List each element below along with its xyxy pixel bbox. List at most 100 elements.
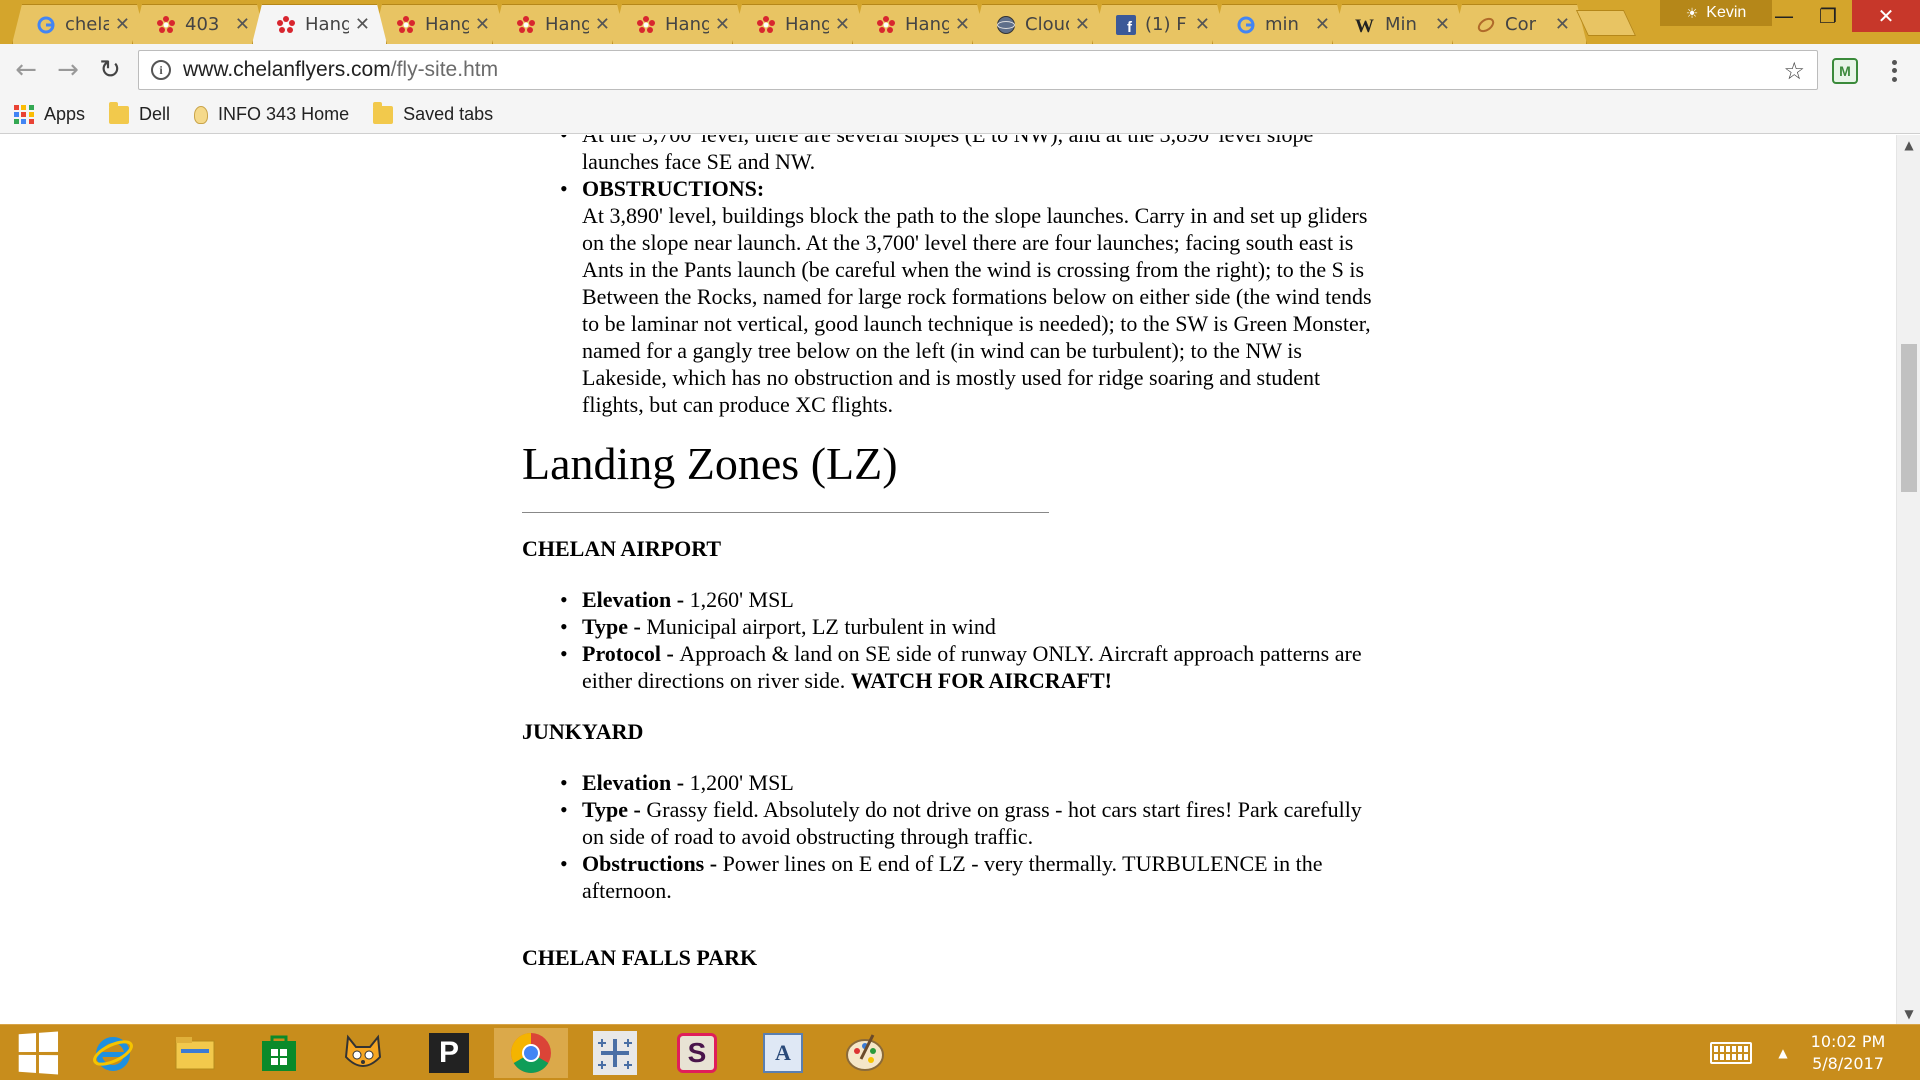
list-item: Elevation - 1,200' MSL xyxy=(560,769,1382,796)
back-button[interactable]: ← xyxy=(10,54,42,86)
tab-close-icon[interactable]: ✕ xyxy=(1195,14,1210,35)
paint-icon[interactable] xyxy=(828,1028,902,1078)
browser-tab[interactable]: Cor ✕ xyxy=(1452,4,1587,44)
url-text[interactable]: www.chelanflyers.com/fly-site.htm xyxy=(183,58,498,82)
launch-details-list: At the 3,700' level, there are several s… xyxy=(522,135,1382,418)
folder-icon xyxy=(373,101,394,124)
tab-title: Hang xyxy=(545,14,589,35)
store-icon[interactable] xyxy=(242,1028,316,1078)
url-path: /fly-site.htm xyxy=(390,58,499,81)
browser-tab[interactable]: chelan ✕ xyxy=(12,4,147,44)
bookmark-label: Apps xyxy=(44,104,86,124)
slack-icon[interactable]: S xyxy=(660,1028,734,1078)
browser-tab[interactable]: Hang ✕ xyxy=(732,4,867,44)
lightbulb-icon xyxy=(194,105,209,124)
browser-tab[interactable]: Hang ✕ xyxy=(612,4,747,44)
landing-zones-heading: Landing Zones (LZ) xyxy=(522,438,898,489)
browser-tab[interactable]: Hang ✕ xyxy=(252,4,387,44)
detail-text: Grassy field. Absolutely do not drive on… xyxy=(582,797,1362,849)
bookmark-label: Dell xyxy=(139,104,171,124)
browser-tab[interactable]: Hang ✕ xyxy=(852,4,987,44)
flower-icon xyxy=(395,14,417,36)
page-scrollbar[interactable]: ▲ ▼ xyxy=(1896,135,1920,1024)
browser-tab[interactable]: Hang ✕ xyxy=(372,4,507,44)
browser-tab[interactable]: W Min ✕ xyxy=(1332,4,1467,44)
browser-tab[interactable]: f (1) F ✕ xyxy=(1092,4,1227,44)
browser-tab[interactable]: Cloud ✕ xyxy=(972,4,1107,44)
bookmark-label: INFO 343 Home xyxy=(218,104,350,124)
bookmark-saved-tabs[interactable]: Saved tabs xyxy=(373,101,493,125)
address-bar[interactable]: i www.chelanflyers.com/fly-site.htm ☆ xyxy=(138,50,1818,90)
windows-start-icon[interactable] xyxy=(0,1028,74,1078)
reload-button[interactable]: ↻ xyxy=(94,54,126,86)
site-details-list: Elevation - 1,260' MSLType - Municipal a… xyxy=(522,586,1382,694)
list-item: Obstructions - Power lines on E end of L… xyxy=(560,850,1382,904)
extension-icon[interactable]: M xyxy=(1832,58,1858,84)
close-window-button[interactable]: ✕ xyxy=(1852,0,1920,32)
tab-close-icon[interactable]: ✕ xyxy=(115,14,130,35)
tab-title: (1) F xyxy=(1145,14,1187,35)
system-clock[interactable]: 10:02 PM 5/8/2017 xyxy=(1800,1031,1896,1075)
bookmark-star-icon[interactable]: ☆ xyxy=(1783,57,1805,85)
internet-explorer-icon[interactable] xyxy=(76,1028,150,1078)
tab-close-icon[interactable]: ✕ xyxy=(475,14,490,35)
new-tab-button[interactable] xyxy=(1575,10,1637,36)
forward-button[interactable]: → xyxy=(52,54,84,86)
list-item-obstructions: OBSTRUCTIONS: At 3,890' level, buildings… xyxy=(560,175,1382,418)
bookmark-info-343-home[interactable]: INFO 343 Home xyxy=(194,104,349,125)
tab-title: min xyxy=(1265,14,1299,35)
landing-zone-site: CHELAN AIRPORTElevation - 1,260' MSLType… xyxy=(522,535,1382,694)
flower-icon xyxy=(755,14,777,36)
profile-name: Kevin xyxy=(1706,4,1747,21)
tab-close-icon[interactable]: ✕ xyxy=(355,14,370,35)
site-info-icon[interactable]: i xyxy=(151,60,171,80)
text-editor-icon[interactable]: A xyxy=(746,1028,820,1078)
clock-time: 10:02 PM xyxy=(1810,1032,1886,1051)
tab-close-icon[interactable]: ✕ xyxy=(955,14,970,35)
tab-title: Cloud xyxy=(1025,14,1065,35)
flower-icon xyxy=(155,14,177,36)
tab-close-icon[interactable]: ✕ xyxy=(1555,14,1570,35)
tab-close-icon[interactable]: ✕ xyxy=(1315,14,1330,35)
flower-icon xyxy=(275,14,297,36)
tab-close-icon[interactable]: ✕ xyxy=(715,14,730,35)
landing-zone-site: CHELAN FALLS PARK xyxy=(522,944,1382,971)
keyboard-icon[interactable] xyxy=(1704,1025,1758,1080)
flower-icon xyxy=(635,14,657,36)
chrome-icon[interactable] xyxy=(494,1028,568,1078)
scrollbar-thumb[interactable] xyxy=(1901,344,1917,493)
file-explorer-icon[interactable] xyxy=(158,1028,232,1078)
scroll-up-arrow-icon[interactable]: ▲ xyxy=(1897,135,1920,155)
wikipedia-icon: W xyxy=(1355,14,1377,36)
scratch-cat-icon[interactable] xyxy=(326,1028,400,1078)
tab-close-icon[interactable]: ✕ xyxy=(595,14,610,35)
folder-icon xyxy=(109,101,130,124)
browser-tab[interactable]: min ✕ xyxy=(1212,4,1347,44)
facebook-icon: f xyxy=(1115,14,1137,36)
tab-close-icon[interactable]: ✕ xyxy=(1435,14,1450,35)
pandora-icon[interactable]: P xyxy=(412,1028,486,1078)
tab-title: Hang xyxy=(305,14,349,35)
maximize-button[interactable]: ❐ xyxy=(1800,0,1856,32)
chrome-menu-icon[interactable] xyxy=(1884,58,1904,84)
bookmarks-bar: Apps Dell INFO 343 Home Saved tabs xyxy=(0,96,1920,134)
bookmark-apps[interactable]: Apps xyxy=(14,104,85,125)
svg-text:W: W xyxy=(1355,16,1374,35)
tab-title: chelan xyxy=(65,14,109,35)
browser-tab[interactable]: 403 ✕ xyxy=(132,4,267,44)
tab-close-icon[interactable]: ✕ xyxy=(835,14,850,35)
intro-partial-text: At the 3,700' level, there are several s… xyxy=(582,135,1313,174)
section-divider xyxy=(522,512,1049,513)
tab-close-icon[interactable]: ✕ xyxy=(1075,14,1090,35)
tableau-icon[interactable] xyxy=(578,1028,652,1078)
flower-icon xyxy=(515,14,537,36)
page-content: At the 3,700' level, there are several s… xyxy=(522,135,1382,995)
tab-close-icon[interactable]: ✕ xyxy=(235,14,250,35)
scroll-down-arrow-icon[interactable]: ▼ xyxy=(1897,1004,1920,1024)
list-item: Type - Grassy field. Absolutely do not d… xyxy=(560,796,1382,850)
show-hidden-icons-arrow-icon[interactable]: ▲ xyxy=(1770,1025,1796,1080)
detail-warning: WATCH FOR AIRCRAFT! xyxy=(850,668,1112,693)
bookmark-dell[interactable]: Dell xyxy=(109,101,171,125)
tab-title: Cor xyxy=(1505,14,1536,35)
browser-tab[interactable]: Hang ✕ xyxy=(492,4,627,44)
